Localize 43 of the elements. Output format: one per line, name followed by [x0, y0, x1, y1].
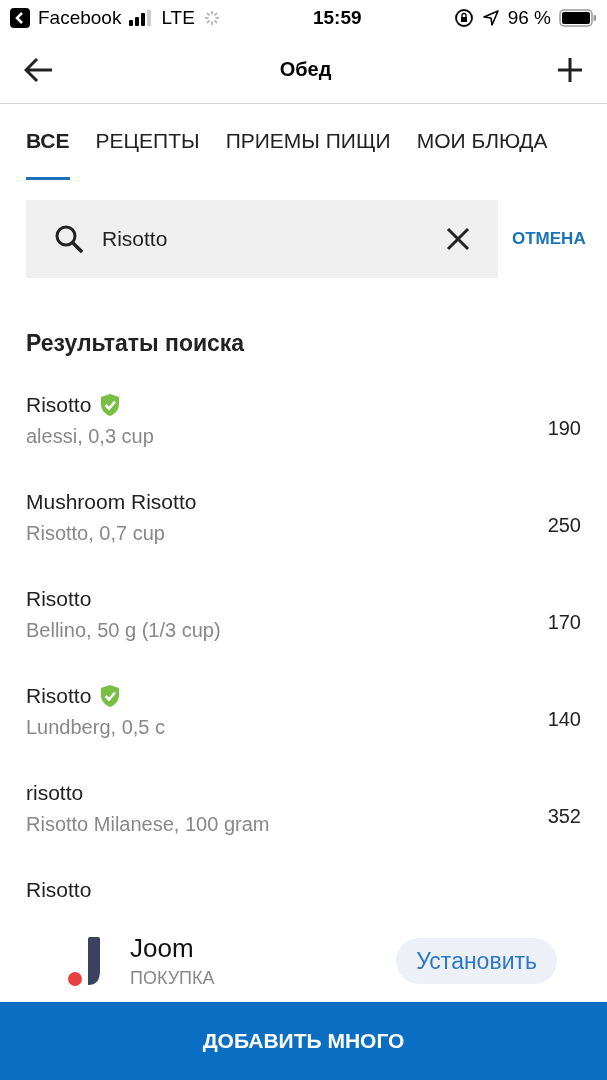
food-detail: alessi, 0,3 cup [26, 425, 155, 448]
search-input[interactable]: Risotto [100, 226, 430, 252]
food-name[interactable]: Risotto [26, 393, 92, 417]
battery-percent: 96 % [507, 7, 551, 29]
back-arrow-icon[interactable] [24, 56, 54, 83]
calorie-count: 170 [547, 611, 581, 634]
add-many-button[interactable]: ДОБАВИТЬ МНОГО [0, 1002, 607, 1080]
food-name[interactable]: risotto [26, 781, 84, 805]
calorie-count: 352 [547, 805, 581, 828]
network-label: LTE [161, 7, 195, 29]
section-title: Результаты поиска [25, 329, 246, 358]
food-detail: Bellino, 50 g (1/3 cup) [26, 619, 222, 642]
add-plus-icon[interactable] [557, 56, 583, 83]
food-name[interactable]: Risotto [26, 878, 92, 902]
install-button[interactable]: Установить [396, 938, 557, 984]
calorie-count: 250 [547, 514, 581, 537]
loading-spinner-icon [202, 9, 221, 27]
food-name[interactable]: Risotto [26, 684, 92, 708]
ad-app-name: Joom [130, 933, 195, 964]
ad-category: ПОКУПКА [130, 968, 216, 989]
calorie-count: 190 [547, 417, 581, 440]
food-detail: Risotto Milanese, 100 gram [26, 813, 271, 836]
category-tab[interactable]: РЕЦЕПТЫ [95, 104, 200, 180]
search-field[interactable]: Risotto [26, 200, 498, 278]
back-app-icon[interactable] [10, 8, 30, 28]
category-tab[interactable]: ВСЕ [26, 104, 70, 180]
category-tab[interactable]: ПРИЕМЫ ПИЩИ [225, 104, 391, 180]
screen-title: Обед [279, 58, 332, 81]
signal-icon [129, 10, 154, 26]
battery-icon [559, 9, 597, 27]
food-name[interactable]: Mushroom Risotto [26, 490, 197, 514]
food-name[interactable]: Risotto [26, 587, 92, 611]
category-tab[interactable]: МОИ БЛЮДА [416, 104, 548, 180]
location-arrow-icon [481, 9, 500, 27]
food-detail: Risotto, 0,7 cup [26, 522, 166, 545]
cancel-link[interactable]: ОТМЕНА [512, 229, 586, 249]
food-detail: Lundberg, 0,5 c [26, 716, 166, 739]
clear-close-icon[interactable] [446, 227, 470, 251]
calorie-count: 140 [547, 708, 581, 731]
search-icon [54, 224, 84, 254]
back-app-label[interactable]: Facebook [38, 7, 122, 29]
rotation-lock-icon [453, 8, 474, 28]
clock-time: 15:59 [313, 7, 362, 29]
